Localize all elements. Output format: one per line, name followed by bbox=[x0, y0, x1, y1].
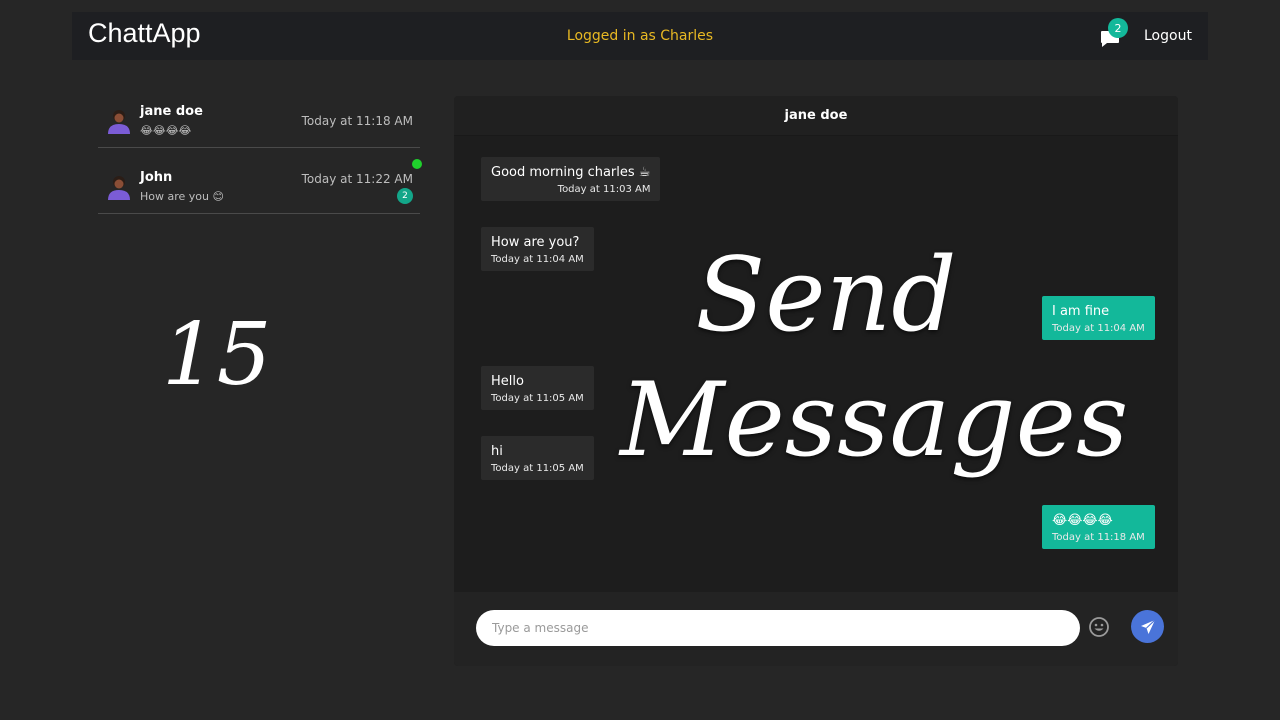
message-time: Today at 11:18 AM bbox=[1052, 532, 1145, 543]
avatar-icon bbox=[108, 176, 130, 200]
message-bubble-received: Hello Today at 11:05 AM bbox=[481, 366, 594, 410]
message-input[interactable] bbox=[476, 610, 1080, 646]
send-button[interactable] bbox=[1131, 610, 1164, 643]
message-bubble-received: How are you? Today at 11:04 AM bbox=[481, 227, 594, 271]
conversation-preview: 😂😂😂😂 bbox=[140, 124, 192, 137]
chat-header-name: jane doe bbox=[454, 96, 1178, 136]
conversation-item[interactable]: jane doe 😂😂😂😂 Today at 11:18 AM bbox=[98, 96, 420, 148]
logout-link[interactable]: Logout bbox=[1144, 28, 1192, 44]
send-icon bbox=[1140, 619, 1155, 634]
page: ChattApp Logged in as Charles 2 Logout j… bbox=[0, 0, 1280, 720]
avatar-icon bbox=[108, 110, 130, 134]
message-text: Hello bbox=[491, 374, 524, 389]
notifications-button[interactable]: 2 bbox=[1098, 18, 1128, 50]
message-time: Today at 11:05 AM bbox=[491, 463, 584, 474]
message-text: hi bbox=[491, 444, 503, 459]
conversation-name: jane doe bbox=[140, 104, 203, 119]
message-bubble-sent: 😂😂😂😂 Today at 11:18 AM bbox=[1042, 505, 1155, 549]
message-time: Today at 11:04 AM bbox=[491, 254, 584, 265]
notification-badge: 2 bbox=[1108, 18, 1128, 38]
conversation-item[interactable]: John How are you 😊 Today at 11:22 AM 2 bbox=[98, 159, 422, 214]
conversation-time: Today at 11:18 AM bbox=[301, 114, 413, 128]
navbar: ChattApp Logged in as Charles 2 Logout bbox=[72, 12, 1208, 60]
message-bubble-sent: I am fine Today at 11:04 AM bbox=[1042, 296, 1155, 340]
message-bubble-received: Good morning charles ☕ Today at 11:03 AM bbox=[481, 157, 661, 201]
message-bubble-received: hi Today at 11:05 AM bbox=[481, 436, 594, 480]
message-text: How are you? bbox=[491, 235, 580, 250]
emoji-icon[interactable] bbox=[1088, 616, 1110, 638]
logged-in-status: Logged in as Charles bbox=[566, 28, 714, 44]
conversation-preview: How are you 😊 bbox=[140, 190, 224, 203]
brand-title[interactable]: ChattApp bbox=[88, 18, 201, 49]
message-composer bbox=[454, 592, 1178, 666]
message-time: Today at 11:04 AM bbox=[1052, 323, 1145, 334]
conversation-list: jane doe 😂😂😂😂 Today at 11:18 AM John How… bbox=[98, 96, 422, 214]
conversation-name: John bbox=[140, 170, 173, 185]
online-indicator bbox=[412, 159, 422, 169]
message-text: 😂😂😂😂 bbox=[1052, 513, 1113, 528]
message-time: Today at 11:05 AM bbox=[491, 393, 584, 404]
conversation-time: Today at 11:22 AM bbox=[301, 172, 413, 186]
message-time: Today at 11:03 AM bbox=[557, 184, 651, 195]
episode-number: 15 bbox=[162, 305, 272, 405]
unread-badge: 2 bbox=[397, 188, 413, 204]
message-text: I am fine bbox=[1052, 304, 1110, 319]
chat-panel: jane doe Good morning charles ☕ Today at… bbox=[454, 96, 1178, 666]
message-text: Good morning charles ☕ bbox=[491, 165, 651, 180]
